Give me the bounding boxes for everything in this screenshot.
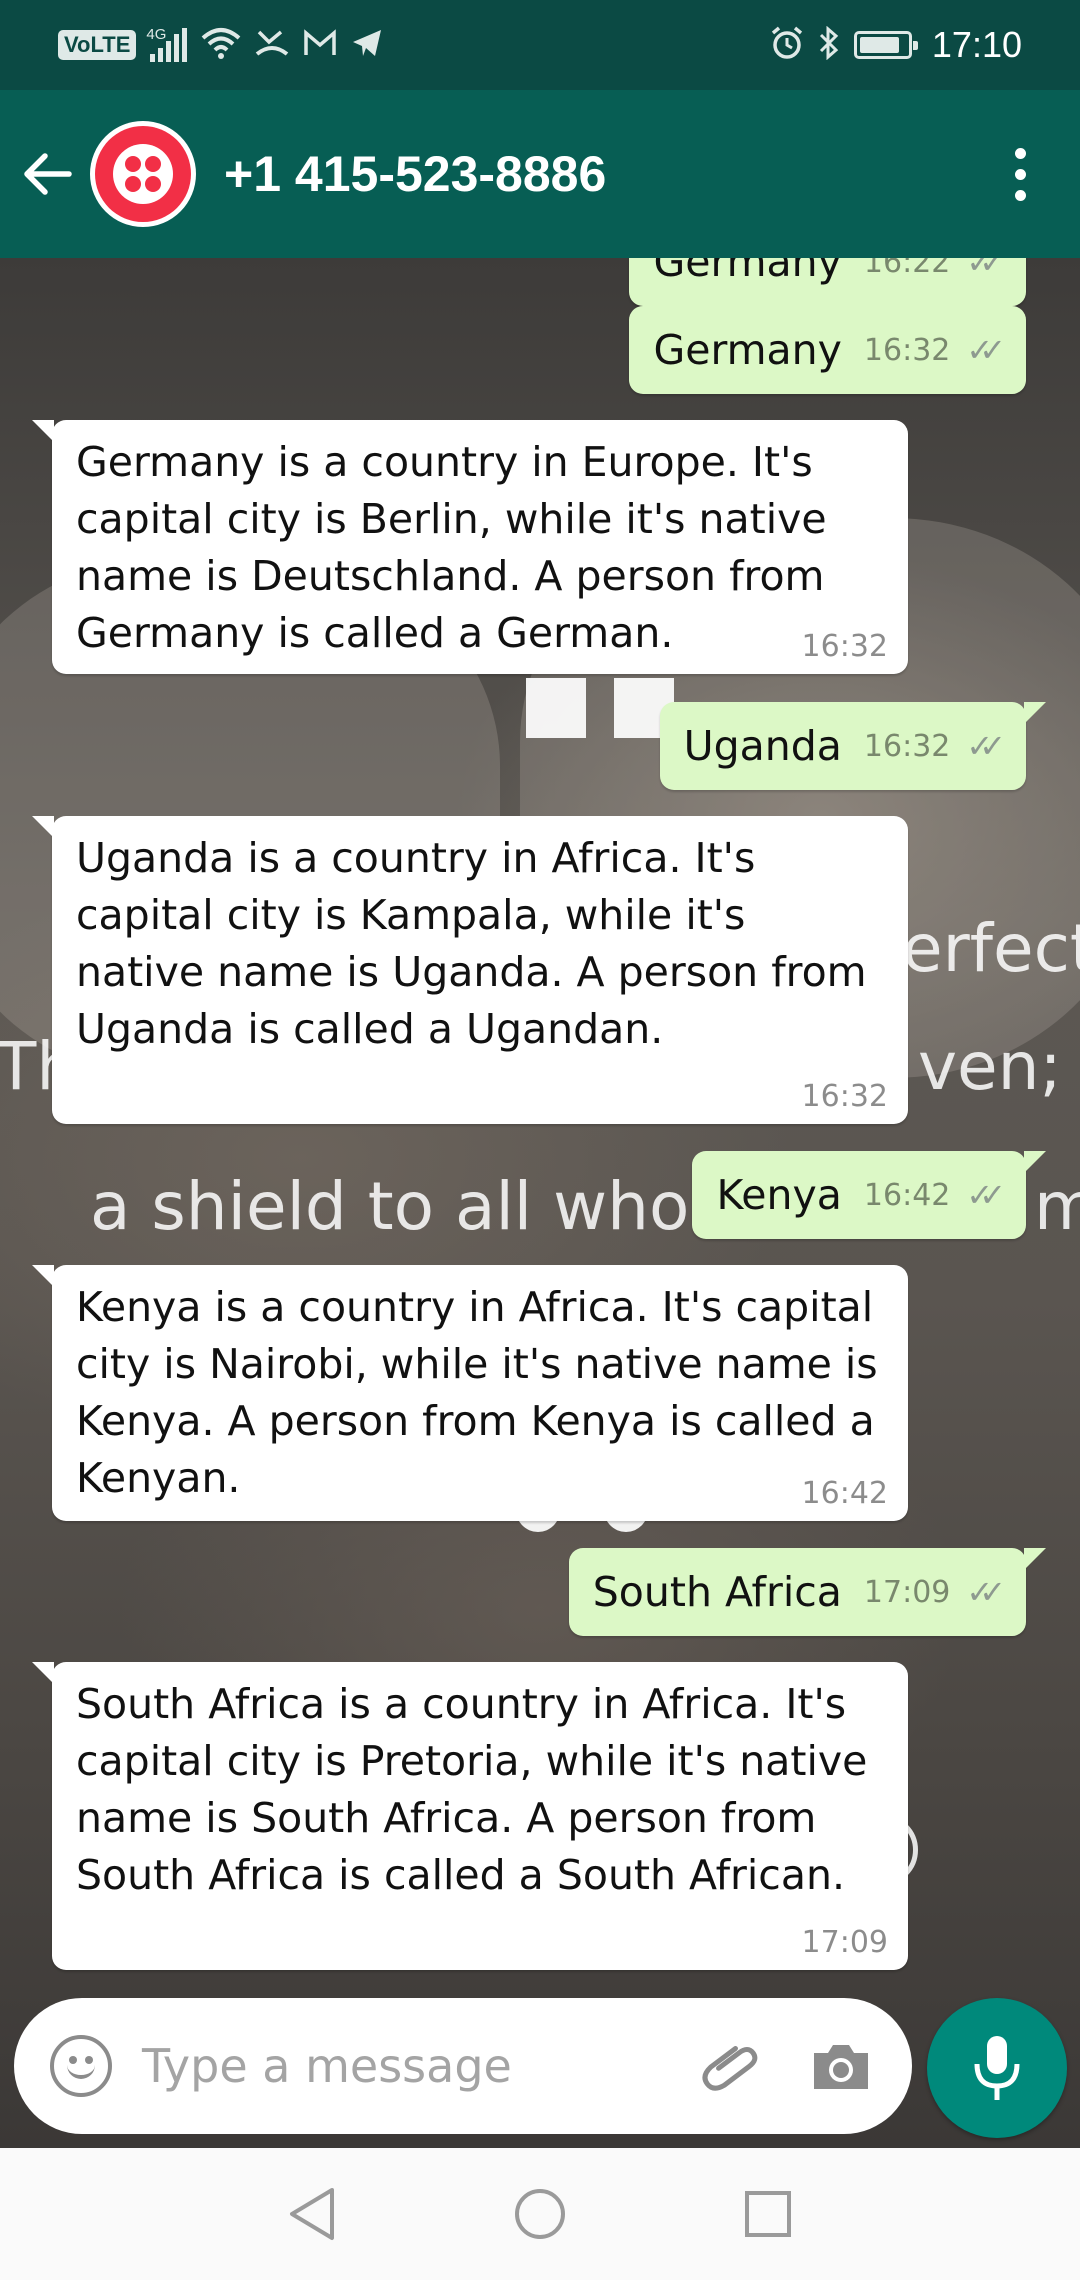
message-text: Kenya is a country in Africa. It's capit… xyxy=(76,1283,878,1502)
back-button[interactable] xyxy=(0,90,90,258)
chat-area[interactable]: Th erfect ven; H a shield to all who m G… xyxy=(0,258,1080,2148)
message-time: 16:32 xyxy=(863,332,951,368)
alarm-icon xyxy=(770,26,804,64)
volte-icon: VoLTE xyxy=(58,30,137,60)
contact-avatar[interactable] xyxy=(90,121,196,227)
mic-button[interactable] xyxy=(927,1998,1067,2138)
message-text: Germany is a country in Europe. It's cap… xyxy=(76,438,827,657)
wifi-icon xyxy=(201,26,241,64)
message-incoming[interactable]: South Africa is a country in Africa. It'… xyxy=(32,1662,908,1970)
chat-header: +1 415-523-8886 xyxy=(0,90,1080,258)
double-check-icon: ✓✓ xyxy=(966,1176,1005,1214)
message-outgoing[interactable]: South Africa 17:09 ✓✓ xyxy=(568,1548,1047,1636)
message-time: 17:09 xyxy=(801,1925,888,1960)
gmail-icon xyxy=(303,29,337,61)
signal-icon: 4G xyxy=(146,26,188,62)
message-time: 17:09 xyxy=(863,1574,951,1610)
message-time: 16:32 xyxy=(801,1079,888,1114)
camera-icon[interactable] xyxy=(806,2031,876,2101)
missed-call-icon xyxy=(255,28,289,62)
status-right: 17:10 xyxy=(770,24,1022,66)
wallpaper-text: erfect xyxy=(902,910,1080,987)
telegram-icon xyxy=(351,28,383,62)
message-outgoing[interactable]: Uganda 16:32 ✓✓ xyxy=(659,702,1047,790)
system-nav-bar xyxy=(0,2148,1080,2280)
mic-icon xyxy=(974,2036,1020,2100)
message-incoming[interactable]: Germany is a country in Europe. It's cap… xyxy=(32,420,908,674)
status-bar: VoLTE 4G 17:10 xyxy=(0,0,1080,90)
message-text: Germany xyxy=(653,258,842,286)
double-check-icon: ✓✓ xyxy=(966,331,1005,369)
message-text: South Africa xyxy=(592,1567,842,1616)
wallpaper-text: a shield to all who xyxy=(90,1168,690,1245)
message-time: 16:22 xyxy=(863,258,951,280)
double-check-icon: ✓✓ xyxy=(966,1573,1005,1611)
message-time: 16:42 xyxy=(863,1177,951,1213)
message-text: Uganda xyxy=(683,721,842,770)
wallpaper-quote-mark xyxy=(526,678,586,738)
battery-icon xyxy=(853,31,918,59)
message-outgoing[interactable]: Germany 16:32 ✓✓ xyxy=(629,306,1026,394)
status-left: VoLTE 4G xyxy=(58,26,383,64)
nav-home-icon[interactable] xyxy=(504,2178,576,2250)
message-incoming[interactable]: Uganda is a country in Africa. It's capi… xyxy=(32,816,908,1124)
message-time: 16:42 xyxy=(801,1476,888,1511)
emoji-icon[interactable] xyxy=(50,2035,112,2097)
message-text: Kenya xyxy=(716,1170,842,1219)
message-outgoing[interactable]: Germany 16:22 ✓✓ xyxy=(629,258,1026,306)
more-vert-icon[interactable] xyxy=(980,90,1060,258)
wallpaper-text: ven; H xyxy=(918,1028,1080,1105)
back-arrow-icon xyxy=(24,153,72,195)
double-check-icon: ✓✓ xyxy=(966,258,1005,281)
chat-title[interactable]: +1 415-523-8886 xyxy=(224,145,980,203)
message-time: 16:32 xyxy=(801,629,888,664)
double-check-icon: ✓✓ xyxy=(966,727,1005,765)
message-incoming[interactable]: Kenya is a country in Africa. It's capit… xyxy=(32,1265,908,1521)
message-text: Germany xyxy=(653,325,842,374)
message-text: South Africa is a country in Africa. It'… xyxy=(76,1680,868,1899)
twilio-logo xyxy=(113,144,173,204)
message-outgoing[interactable]: Kenya 16:42 ✓✓ xyxy=(692,1151,1046,1239)
message-input[interactable]: Type a message xyxy=(142,2039,696,2093)
wallpaper-text: m xyxy=(1034,1168,1080,1245)
nav-back-icon[interactable] xyxy=(276,2178,348,2250)
bluetooth-icon xyxy=(818,25,840,64)
message-time: 16:32 xyxy=(863,728,951,764)
network-type: 4G xyxy=(146,26,167,43)
nav-recents-icon[interactable] xyxy=(732,2178,804,2250)
message-text: Uganda is a country in Africa. It's capi… xyxy=(76,834,867,1053)
message-composer: Type a message xyxy=(14,1998,912,2134)
attach-icon[interactable] xyxy=(696,2031,766,2101)
status-time: 17:10 xyxy=(931,24,1022,65)
